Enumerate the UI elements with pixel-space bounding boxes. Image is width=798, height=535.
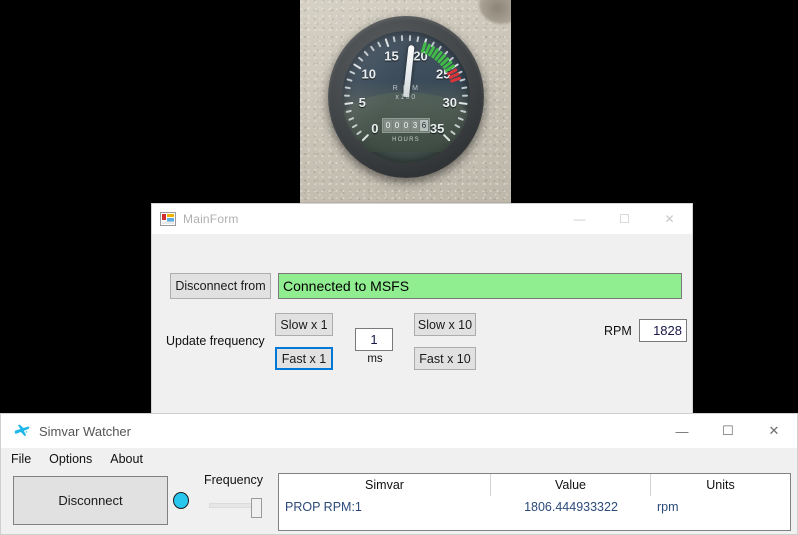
watcher-disconnect-button[interactable]: Disconnect — [13, 476, 168, 525]
simvar-table: Simvar Value Units PROP RPM:1 1806.44493… — [278, 473, 791, 531]
update-frequency-label: Update frequency — [166, 334, 265, 348]
watcher-maximize-button[interactable]: ☐ — [705, 414, 751, 448]
mainform-title-text: MainForm — [183, 212, 239, 226]
simvar-watcher-window: Simvar Watcher — ☐ ✕ File Options About … — [0, 413, 798, 535]
gauge-face: 05101520253035 R P M x100 00036 HOURS — [342, 31, 470, 163]
frequency-slider-thumb[interactable] — [251, 498, 262, 518]
hour-meter-digit: 0 — [384, 120, 392, 131]
rpm-label: RPM — [604, 324, 632, 338]
fast-x10-button[interactable]: Fast x 10 — [414, 347, 476, 370]
connection-status-box: Connected to MSFS — [278, 273, 682, 299]
hour-meter-digit: 6 — [420, 120, 428, 131]
watcher-title-text: Simvar Watcher — [39, 424, 131, 439]
menu-item-file[interactable]: File — [11, 452, 31, 466]
interval-units-label: ms — [361, 353, 389, 365]
watcher-titlebar[interactable]: Simvar Watcher — ☐ ✕ — [1, 414, 797, 448]
watcher-menubar: File Options About — [1, 448, 797, 470]
table-row[interactable]: PROP RPM:1 1806.444933322 rpm — [279, 496, 790, 518]
interval-input[interactable]: 1 — [355, 328, 393, 351]
hour-meter-digit: 0 — [393, 120, 401, 131]
mainform-window: MainForm — ☐ ✕ Disconnect from Connected… — [151, 203, 693, 413]
menu-item-options[interactable]: Options — [49, 452, 92, 466]
mainform-body: Disconnect from Connected to MSFS Update… — [152, 234, 692, 413]
frequency-label: Frequency — [204, 473, 263, 487]
airplane-icon — [13, 422, 31, 440]
frequency-slider[interactable] — [209, 498, 261, 512]
fast-x1-button[interactable]: Fast x 1 — [275, 347, 333, 370]
tachometer-photo: 05101520253035 R P M x100 00036 HOURS — [300, 0, 511, 204]
mainform-minimize-button[interactable]: — — [557, 204, 602, 234]
slow-x1-button[interactable]: Slow x 1 — [275, 313, 333, 336]
watcher-body: Disconnect Frequency Simvar Value Units … — [1, 470, 797, 534]
winforms-icon — [160, 211, 176, 227]
watcher-window-controls: — ☐ ✕ — [659, 414, 797, 448]
slow-x10-button[interactable]: Slow x 10 — [414, 313, 476, 336]
rpm-value-box: 1828 — [639, 319, 687, 342]
screen: 05101520253035 R P M x100 00036 HOURS Ma… — [0, 0, 798, 535]
simvar-table-header: Simvar Value Units — [279, 474, 790, 496]
disconnect-from-button[interactable]: Disconnect from — [170, 273, 271, 299]
cell-units: rpm — [651, 496, 790, 518]
mainform-window-controls: — ☐ ✕ — [557, 204, 692, 234]
watcher-close-button[interactable]: ✕ — [751, 414, 797, 448]
cell-value: 1806.444933322 — [491, 496, 651, 518]
connection-led-indicator — [173, 492, 189, 509]
hour-meter-label: HOURS — [342, 137, 470, 143]
mainform-maximize-button[interactable]: ☐ — [602, 204, 647, 234]
hour-meter: 00036 — [382, 118, 430, 133]
mainform-titlebar[interactable]: MainForm — ☐ ✕ — [152, 204, 692, 234]
hour-meter-digit: 0 — [402, 120, 410, 131]
mainform-close-button[interactable]: ✕ — [647, 204, 692, 234]
column-header-units[interactable]: Units — [651, 474, 790, 496]
watcher-minimize-button[interactable]: — — [659, 414, 705, 448]
gauge-bezel: 05101520253035 R P M x100 00036 HOURS — [328, 16, 484, 178]
cell-simvar: PROP RPM:1 — [279, 496, 491, 518]
column-header-value[interactable]: Value — [491, 474, 651, 496]
column-header-simvar[interactable]: Simvar — [279, 474, 491, 496]
menu-item-about[interactable]: About — [110, 452, 143, 466]
hour-meter-digit: 3 — [411, 120, 419, 131]
